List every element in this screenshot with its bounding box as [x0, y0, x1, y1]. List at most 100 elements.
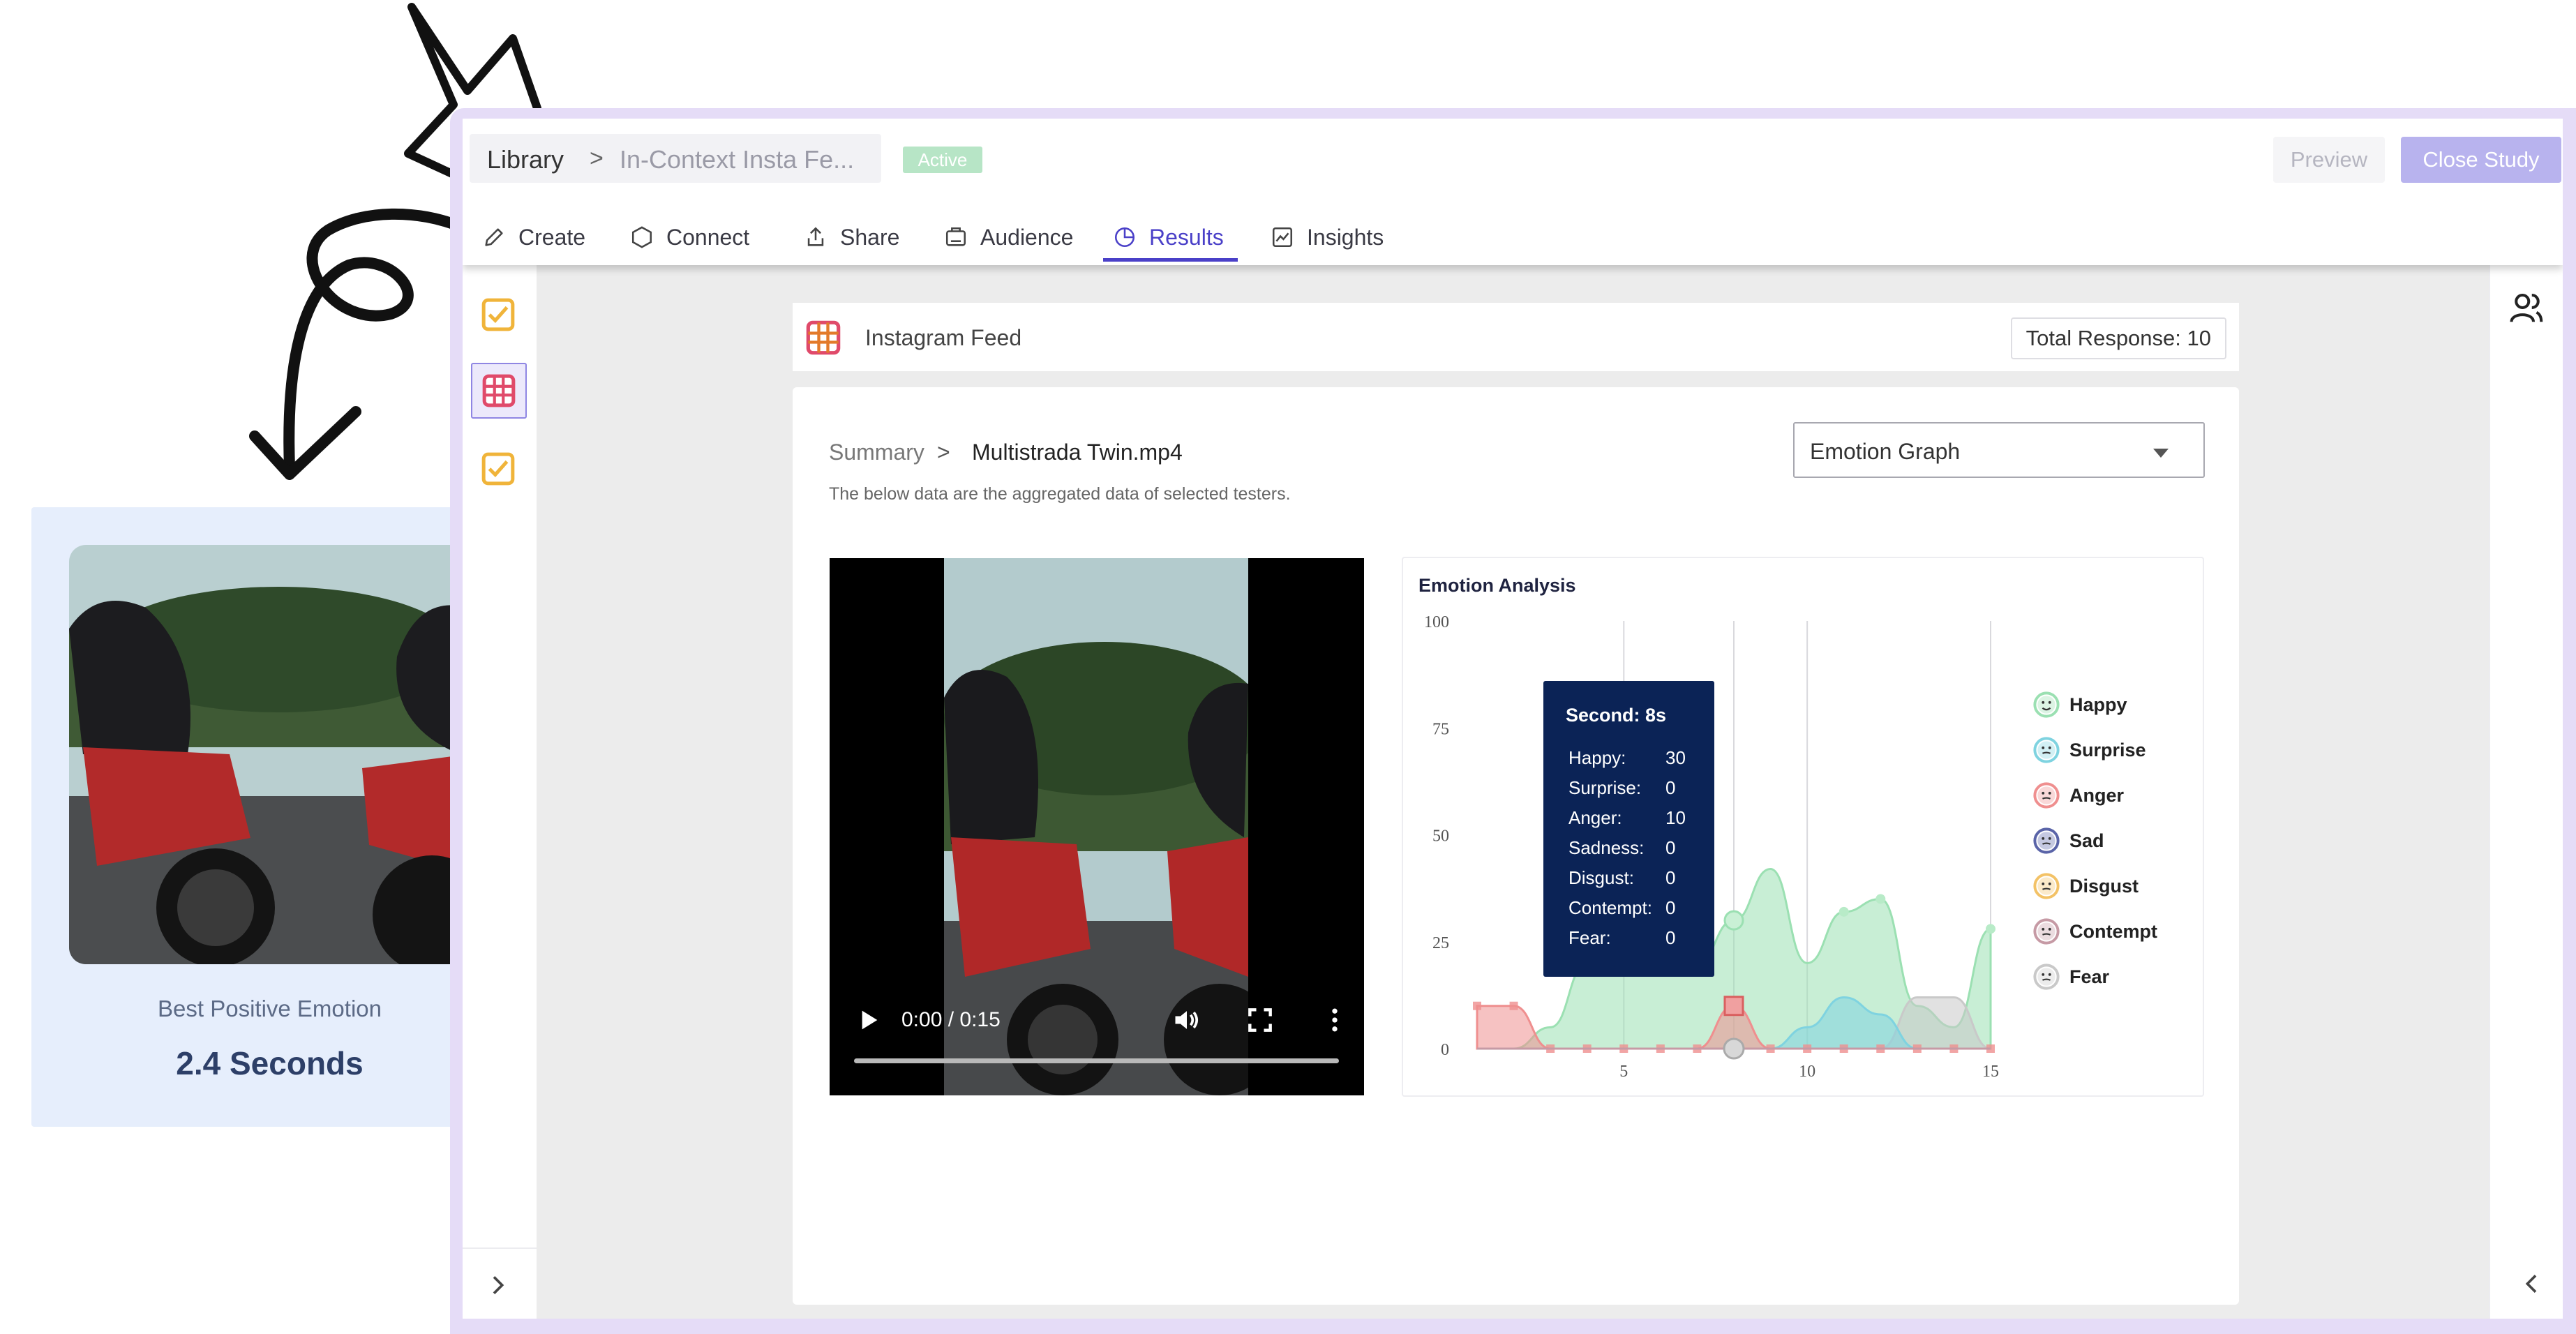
- y-tick-label: 50: [1432, 827, 1449, 846]
- tooltip-label: Anger:: [1568, 807, 1622, 828]
- study-app: Library > In-Context Insta Fe... Active …: [463, 119, 2563, 1319]
- breadcrumb-separator: >: [937, 440, 950, 465]
- legend-label: Contempt: [2069, 920, 2157, 942]
- legend-label: Fear: [2069, 966, 2110, 987]
- legend-label: Disgust: [2069, 875, 2139, 897]
- highlight-point-happy: [1723, 910, 1744, 931]
- contempt-face-icon: [2033, 918, 2060, 945]
- hexagon-icon: [631, 226, 652, 248]
- results-content: Instagram Feed Total Response: 10 Summar…: [537, 265, 2489, 1319]
- legend-item-anger[interactable]: Anger: [2033, 781, 2124, 809]
- instagram-feed-icon: [806, 320, 841, 355]
- volume-icon[interactable]: [1171, 1005, 1202, 1035]
- legend-label: Happy: [2069, 694, 2127, 715]
- legend-item-disgust[interactable]: Disgust: [2033, 872, 2139, 900]
- tab-label: Audience: [980, 224, 1074, 250]
- breadcrumb-library[interactable]: Library: [487, 145, 564, 174]
- y-tick-label: 75: [1432, 720, 1449, 738]
- data-point-anger: [1473, 1001, 1481, 1010]
- tab-label: Create: [518, 224, 586, 250]
- callout-value: 2.4 Seconds: [176, 1045, 364, 1081]
- pencil-icon: [485, 228, 503, 246]
- x-tick-label: 10: [1799, 1063, 1815, 1081]
- tab-label: Connect: [666, 224, 750, 250]
- tooltip-value: 0: [1665, 927, 1676, 948]
- tooltip-value: 0: [1665, 867, 1676, 888]
- preview-button[interactable]: Preview: [2273, 137, 2385, 183]
- sad-face-icon: [2033, 827, 2060, 854]
- play-icon[interactable]: [854, 1006, 882, 1034]
- checkbox-icon: [481, 452, 515, 486]
- chevron-down-icon: [2153, 449, 2169, 458]
- question-title: Instagram Feed: [865, 325, 1022, 350]
- results-panel: Summary > Multistrada Twin.mp4 The below…: [793, 387, 2239, 1305]
- best-emotion-callout: Best Positive Emotion 2.4 Seconds: [31, 507, 508, 1127]
- question-rail: [463, 265, 538, 1319]
- tooltip-label: Sadness:: [1568, 837, 1645, 858]
- tooltip-label: Contempt:: [1568, 897, 1652, 918]
- panel-description: The below data are the aggregated data o…: [829, 484, 1291, 504]
- legend-label: Anger: [2069, 784, 2125, 806]
- tab-share[interactable]: Share: [804, 223, 899, 251]
- tab-label: Results: [1149, 224, 1224, 250]
- breadcrumb-summary[interactable]: Summary: [829, 440, 924, 465]
- line-chart-icon: [1272, 227, 1293, 248]
- x-tick-label: 15: [1982, 1063, 1999, 1081]
- tooltip-value: 0: [1665, 777, 1676, 798]
- total-response-badge: Total Response: 10: [2010, 317, 2226, 359]
- tab-connect[interactable]: Connect: [630, 223, 749, 251]
- app-header: Library > In-Context Insta Fe... Active …: [463, 119, 2563, 265]
- video-progress-bar[interactable]: [854, 1058, 1339, 1063]
- surprise-face-icon: [2033, 737, 2060, 763]
- legend-item-happy[interactable]: Happy: [2033, 691, 2127, 719]
- view-type-value: Emotion Graph: [1810, 439, 1961, 464]
- disgust-face-icon: [2033, 873, 2060, 899]
- checkbox-icon: [481, 298, 515, 331]
- tab-audience[interactable]: Audience: [944, 223, 1073, 251]
- anger-face-icon: [2033, 782, 2060, 809]
- rail-item-checkbox-question[interactable]: [471, 442, 525, 496]
- x-tick-label: 5: [1619, 1063, 1628, 1081]
- chevron-left-icon[interactable]: [2518, 1270, 2546, 1298]
- legend-item-sad[interactable]: Sad: [2033, 827, 2104, 855]
- fullscreen-icon[interactable]: [1245, 1005, 1275, 1035]
- chart-tooltip: Second: 8s Happy: 30 Surprise: 0 Anger: …: [1543, 681, 1714, 977]
- close-study-button[interactable]: Close Study: [2401, 137, 2561, 183]
- legend-item-surprise[interactable]: Surprise: [2033, 736, 2146, 764]
- view-type-select[interactable]: Emotion Graph: [1793, 422, 2205, 478]
- tab-label: Share: [840, 224, 900, 250]
- breadcrumb-study-title[interactable]: In-Context Insta Fe...: [620, 145, 854, 174]
- share-icon: [807, 227, 824, 246]
- tab-create[interactable]: Create: [482, 223, 585, 251]
- data-point-happy: [1839, 906, 1849, 917]
- video-player[interactable]: 0:00 / 0:15: [830, 558, 1364, 1095]
- fear-face-icon: [2033, 964, 2060, 990]
- tooltip-label: Surprise:: [1568, 777, 1642, 798]
- grid-icon: [482, 374, 516, 407]
- right-panel-rail: [2489, 265, 2563, 1319]
- tab-insights[interactable]: Insights: [1271, 223, 1384, 251]
- audience-icon: [945, 227, 966, 246]
- rail-item-checkbox-question[interactable]: [471, 287, 525, 342]
- legend-label: Sad: [2069, 830, 2104, 851]
- highlight-point-anger: [1723, 996, 1744, 1017]
- tooltip-value: 0: [1665, 837, 1676, 858]
- chevron-right-icon[interactable]: [484, 1271, 511, 1299]
- tooltip-title: Second: 8s: [1566, 705, 1667, 726]
- rail-item-instagram-feed[interactable]: [471, 363, 527, 419]
- active-tab-indicator: [1103, 258, 1238, 262]
- more-options-icon[interactable]: [1319, 1005, 1350, 1035]
- y-tick-label: 0: [1441, 1041, 1449, 1059]
- legend-item-contempt[interactable]: Contempt: [2033, 917, 2157, 945]
- callout-caption: Best Positive Emotion: [158, 996, 382, 1021]
- chart-title: Emotion Analysis: [1418, 575, 1576, 596]
- breadcrumb-separator: >: [590, 145, 604, 172]
- tab-results[interactable]: Results: [1113, 223, 1224, 251]
- legend-item-fear[interactable]: Fear: [2033, 963, 2109, 991]
- rail-footer: [463, 1247, 537, 1319]
- data-point-happy: [1986, 924, 1995, 934]
- breadcrumb-file-name: Multistrada Twin.mp4: [972, 440, 1183, 465]
- users-icon[interactable]: [2508, 289, 2546, 327]
- y-tick-label: 25: [1432, 934, 1449, 952]
- emotion-analysis-chart: Emotion Analysis 0 25 50 75 100 5 10 15 Second: …: [1402, 557, 2204, 1097]
